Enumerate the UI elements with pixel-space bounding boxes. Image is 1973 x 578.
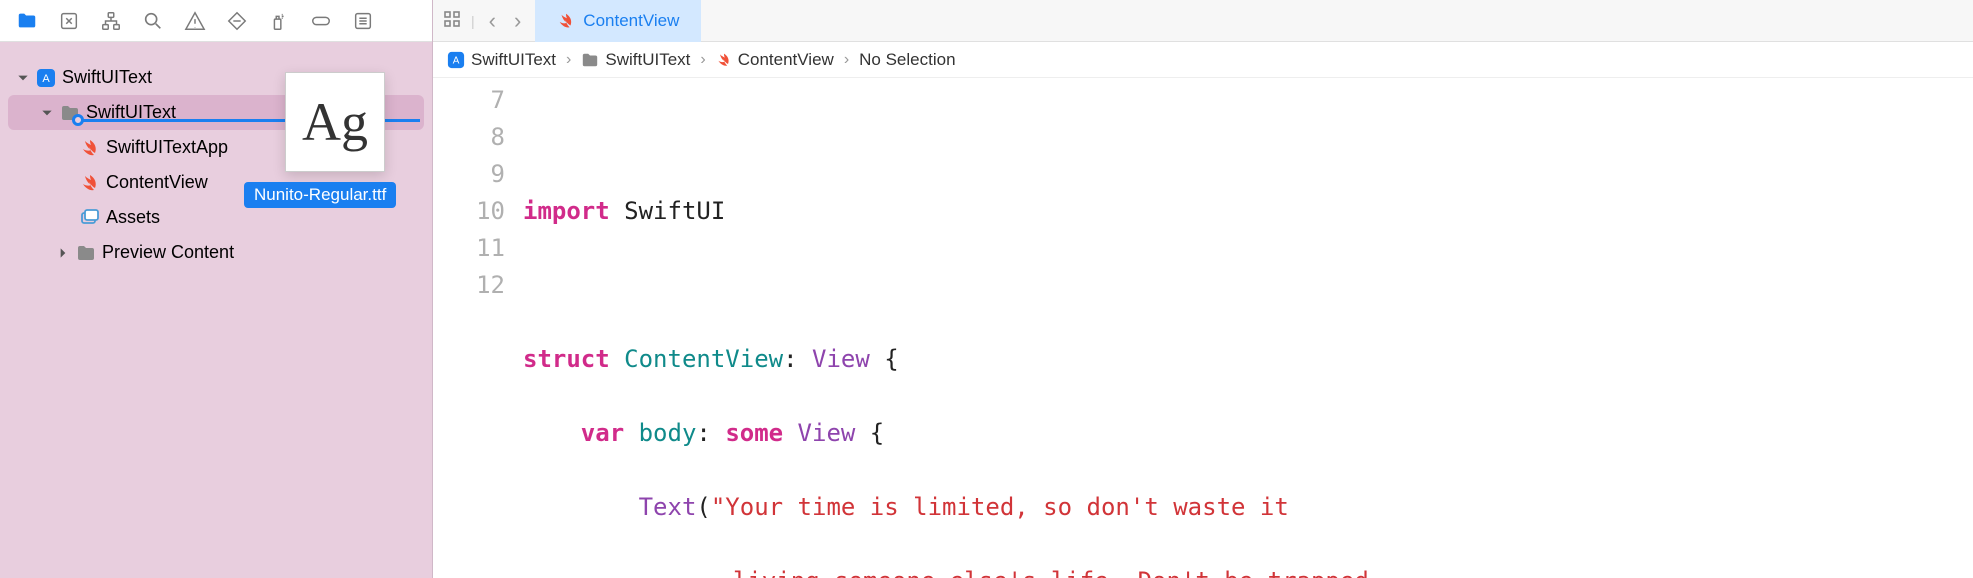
drag-filename-badge: Nunito-Regular.ttf (244, 182, 396, 208)
spray-icon[interactable] (258, 0, 300, 42)
breadcrumb-label: ContentView (738, 50, 834, 70)
line-gutter: 7 8 9 10 11 12 (433, 82, 523, 578)
protocol-name: View (812, 345, 870, 373)
square-x-icon[interactable] (48, 0, 90, 42)
chevron-right-icon: › (700, 51, 705, 69)
warning-icon[interactable] (174, 0, 216, 42)
code-text: SwiftUI (610, 197, 726, 225)
code-text: : (783, 345, 812, 373)
assets-icon (80, 208, 100, 228)
related-items-icon[interactable] (443, 10, 461, 31)
breadcrumb-folder[interactable]: SwiftUIText (581, 50, 690, 70)
line-number: 11 (433, 230, 505, 267)
file-label: Assets (106, 207, 160, 228)
hierarchy-icon[interactable] (90, 0, 132, 42)
navigator-toolbar (0, 0, 432, 42)
chevron-right-icon: › (844, 51, 849, 69)
project-navigator: A SwiftUIText SwiftUIText SwiftUITe (0, 42, 432, 578)
code-editor[interactable]: 7 8 9 10 11 12 import SwiftUI struct Con… (433, 78, 1973, 578)
search-icon[interactable] (132, 0, 174, 42)
drag-font-preview: Ag (285, 72, 385, 172)
folder-label: Preview Content (102, 242, 234, 263)
chevron-down-icon[interactable] (40, 106, 54, 120)
keyword: struct (523, 345, 610, 373)
tab-bar: | ‹ › ContentView (433, 0, 1973, 42)
breadcrumb-selection[interactable]: No Selection (859, 50, 955, 70)
font-glyph-label: Ag (302, 91, 368, 153)
type-name: ContentView (610, 345, 783, 373)
function-call: Text (639, 493, 697, 521)
file-label: SwiftUITextApp (106, 137, 228, 158)
breadcrumb-label: SwiftUIText (605, 50, 690, 70)
type-name: View (783, 419, 855, 447)
project-name-label: SwiftUIText (62, 67, 152, 88)
tab-label: ContentView (583, 11, 679, 31)
breadcrumb-file[interactable]: ContentView (716, 50, 834, 70)
string-literal: "Your time is limited, so don't waste it (711, 493, 1289, 521)
keyword: import (523, 197, 610, 225)
pill-icon[interactable] (300, 0, 342, 42)
breadcrumb-bar: A SwiftUIText › SwiftUIText › ContentVie… (433, 42, 1973, 78)
drag-filename-label: Nunito-Regular.ttf (254, 185, 386, 204)
code-text: { (870, 345, 899, 373)
drag-insertion-marker (72, 114, 84, 126)
code-text: { (855, 419, 884, 447)
swift-file-icon (80, 173, 100, 193)
keyword: var (581, 419, 624, 447)
list-icon[interactable] (342, 0, 384, 42)
tab-nav-controls: | ‹ › (433, 8, 535, 34)
line-number: 9 (433, 156, 505, 193)
chevron-down-icon[interactable] (16, 71, 30, 85)
keyword: some (725, 419, 783, 447)
code-text: : (696, 419, 725, 447)
editor-area: | ‹ › ContentView A SwiftUIText › SwiftU… (433, 0, 1973, 578)
string-literal: living someone else's life. Don't be tra… (733, 567, 1369, 578)
code-content[interactable]: import SwiftUI struct ContentView: View … (523, 82, 1973, 578)
breadcrumb-label: SwiftUIText (471, 50, 556, 70)
chevron-right-icon: › (566, 51, 571, 69)
folder-icon[interactable] (6, 0, 48, 42)
line-number: 7 (433, 82, 505, 119)
breadcrumb-project[interactable]: A SwiftUIText (447, 50, 556, 70)
svg-text:A: A (42, 73, 50, 85)
code-text: ( (696, 493, 710, 521)
app-project-icon: A (36, 68, 56, 88)
swift-file-icon (557, 12, 575, 30)
navigator-sidebar: A SwiftUIText SwiftUIText SwiftUITe (0, 0, 433, 578)
line-number: 10 (433, 193, 505, 230)
diamond-icon[interactable] (216, 0, 258, 42)
chevron-right-icon[interactable] (56, 246, 70, 260)
file-label: ContentView (106, 172, 208, 193)
nav-back-button[interactable]: ‹ (485, 8, 500, 34)
nav-forward-button[interactable]: › (510, 8, 525, 34)
tab-contentview[interactable]: ContentView (535, 0, 701, 42)
property-name: body (624, 419, 696, 447)
swift-file-icon (80, 138, 100, 158)
line-number: 8 (433, 119, 505, 156)
folder-icon (76, 243, 96, 263)
svg-text:A: A (453, 55, 460, 66)
line-number: 12 (433, 267, 505, 304)
breadcrumb-label: No Selection (859, 50, 955, 70)
folder-row-preview[interactable]: Preview Content (0, 235, 432, 270)
